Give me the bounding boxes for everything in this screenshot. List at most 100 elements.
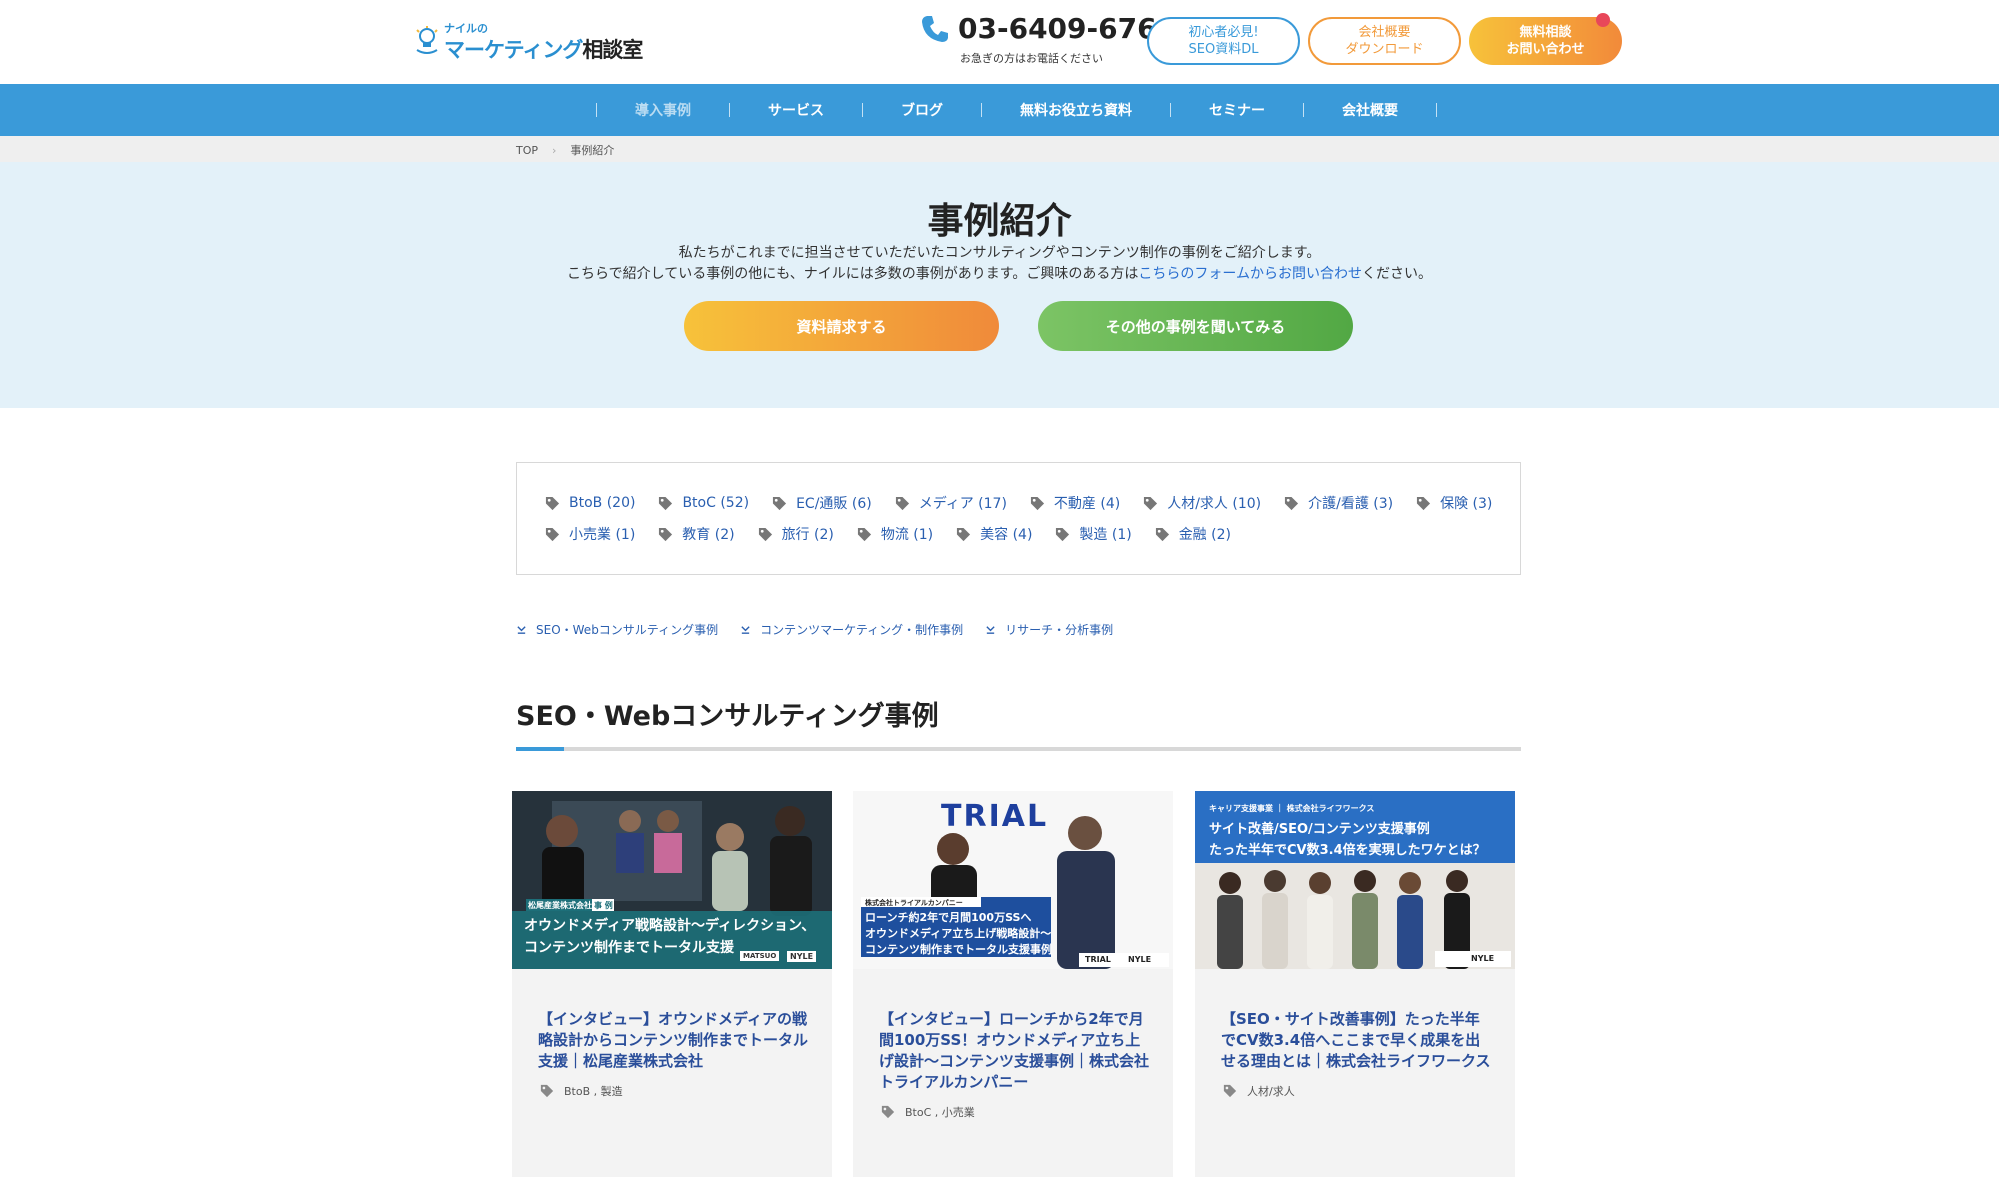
thumb-headline-1: ローンチ約2年で月間100万SSへ (865, 911, 1032, 924)
nav-item-company[interactable]: 会社概要 (1304, 100, 1436, 120)
request-docs-button[interactable]: 資料請求する (684, 301, 999, 351)
category-tag-label: 教育 (2) (682, 527, 735, 543)
thumb-headline-2: コンテンツ制作までトータル支援 (524, 940, 734, 956)
case-title[interactable]: 【インタビュー】ローンチから2年で月間100万SS！オウンドメディア立ち上げ設計… (879, 1009, 1151, 1093)
phone-contact[interactable]: 03-6409-6766 お急ぎの方はお電話ください (920, 12, 1176, 72)
category-tag-link[interactable]: EC/通販 (6) (772, 493, 872, 513)
tag-icon (659, 496, 673, 510)
breadcrumb-home[interactable]: TOP (516, 144, 538, 157)
thumb-headline-2: たった半年でCV数3.4倍を実現したワケとは？ (1209, 843, 1486, 858)
thumb-headline-3: コンテンツ制作までトータル支援事例 (865, 943, 1052, 956)
phone-icon (922, 16, 948, 42)
thumb-logo-nyle: NYLE (1128, 955, 1152, 964)
tag-icon (1056, 527, 1070, 541)
case-title[interactable]: 【インタビュー】オウンドメディアの戦略設計からコンテンツ制作までトータル支援｜松… (538, 1009, 810, 1072)
category-tag-label: メディア (17) (918, 496, 1007, 512)
thumb-headline-1: オウンドメディア戦略設計～ディレクション、 (524, 918, 816, 934)
category-tag-label: BtoB (20) (569, 495, 636, 511)
nav-item-services[interactable]: サービス (730, 100, 862, 120)
category-tag-label: 保険 (3) (1440, 496, 1493, 512)
category-tag-link[interactable]: 物流 (1) (857, 524, 933, 544)
category-tag-label: BtoC (52) (682, 495, 750, 511)
thumb-logo-nyle: NYLE (787, 951, 817, 962)
tag-icon (1417, 496, 1431, 510)
category-tag-label: 物流 (1) (880, 527, 934, 543)
category-tag-link[interactable]: 美容 (4) (956, 524, 1032, 544)
contact-form-link[interactable]: こちらのフォームからお問い合わせ (1138, 266, 1362, 282)
category-tag-link[interactable]: 教育 (2) (658, 524, 735, 544)
category-tag-link[interactable]: BtoC (52) (658, 493, 749, 513)
category-tag-label: 金融 (2) (1178, 527, 1231, 543)
category-tag-link[interactable]: 金融 (2) (1155, 524, 1231, 544)
case-card[interactable]: 松尾産業株式会社さま 事 例 オウンドメディア戦略設計～ディレクション、 コンテ… (512, 791, 832, 1177)
category-tag-link[interactable]: 製造 (1) (1055, 524, 1132, 544)
thumb-company-label: 株式会社トライアルカンパニー (865, 899, 963, 907)
section-anchor-label: SEO・Webコンサルティング事例 (536, 623, 719, 637)
tag-icon (957, 527, 971, 541)
global-nav: 導入事例 サービス ブログ 無料お役立ち資料 セミナー 会社概要 (0, 84, 1999, 136)
tag-icon (545, 496, 560, 510)
nav-item-resources[interactable]: 無料お役立ち資料 (982, 100, 1170, 120)
category-tag-label: 不動産 (4) (1053, 496, 1121, 512)
category-tag-label: EC/通販 (6) (796, 496, 872, 512)
category-tag-link[interactable]: メディア (17) (895, 493, 1007, 513)
section-anchor-link[interactable]: SEO・Webコンサルティング事例 (516, 621, 718, 638)
case-card[interactable]: TRIAL 株式会社トライアルカンパニー ローンチ約2年で月間100万SSへ オ… (853, 791, 1173, 1177)
chevron-down-icon (986, 626, 995, 634)
case-thumbnail: キャリア支援事業 ｜ 株式会社ライフワークス サイト改善/SEO/コンテンツ支援… (1195, 791, 1515, 969)
breadcrumb-current: 事例紹介 (570, 144, 615, 157)
case-tags: BtoB , 製造 (540, 1083, 623, 1099)
nav-item-seminar[interactable]: セミナー (1171, 100, 1303, 120)
phone-note: お急ぎの方はお電話ください (960, 52, 1103, 65)
nav-item-blog[interactable]: ブログ (863, 100, 981, 120)
thumb-headline-2: オウンドメディア立ち上げ戦略設計～ (865, 927, 1052, 940)
category-tag-box: BtoB (20) BtoC (52) EC/通販 (6) メディア (17) 不動産 … (516, 462, 1521, 575)
category-tag-link[interactable]: 旅行 (2) (758, 524, 834, 544)
thumb-company-label: キャリア支援事業 ｜ 株式会社ライフワークス (1209, 804, 1375, 813)
category-tag-label: 小売業 (1) (569, 527, 636, 543)
phone-number: 03-6409-6766 (958, 12, 1177, 45)
tag-row-2: 小売業 (1) 教育 (2) 旅行 (2) 物流 (1) 美容 (4) 製造 (1) 金融 … (545, 524, 1254, 544)
category-tag-link[interactable]: BtoB (20) (545, 493, 635, 513)
tag-icon (895, 496, 909, 510)
tag-icon (773, 496, 787, 510)
lightbulb-icon (416, 26, 438, 54)
section-anchor-label: リサーチ・分析事例 (1005, 623, 1114, 637)
case-tags-text: 人材/求人 (1247, 1085, 1295, 1098)
tag-icon (857, 527, 871, 541)
seo-download-button[interactable]: 初心者必見! SEO資料DL (1147, 17, 1300, 65)
category-tag-link[interactable]: 人材/求人 (10) (1143, 493, 1261, 513)
tag-icon (1223, 1084, 1237, 1098)
case-title[interactable]: 【SEO・サイト改善事例】たった半年でCV数3.4倍へここまで早く成果を出せる理… (1221, 1009, 1493, 1072)
section-title: SEO・Webコンサルティング事例 (516, 701, 939, 732)
site-logo[interactable]: ナイルの マーケティング相談室 (414, 20, 643, 62)
case-tags-text: BtoC , 小売業 (905, 1106, 975, 1119)
category-tag-link[interactable]: 小売業 (1) (545, 524, 635, 544)
category-tag-link[interactable]: 不動産 (4) (1030, 493, 1120, 513)
contact-button[interactable]: 無料相談 お問い合わせ (1469, 13, 1622, 65)
category-tag-link[interactable]: 保険 (3) (1416, 493, 1492, 513)
company-download-button[interactable]: 会社概要 ダウンロード (1308, 17, 1461, 65)
nav-separator (1436, 103, 1437, 117)
category-tag-link[interactable]: 介護/看護 (3) (1284, 493, 1393, 513)
logo-main-text: マーケティング相談室 (444, 38, 643, 62)
section-anchor-link[interactable]: リサーチ・分析事例 (985, 621, 1113, 638)
chevron-down-icon (517, 626, 526, 634)
hero-section: 事例紹介 私たちがこれまでに担当させていただいたコンサルティングやコンテンツ制作… (0, 162, 1999, 408)
hero-description-2: こちらで紹介している事例の他にも、ナイルには多数の事例があります。ご興味のある方… (567, 266, 1432, 282)
tag-icon (659, 527, 673, 541)
tag-row-1: BtoB (20) BtoC (52) EC/通販 (6) メディア (17) 不動産 … (545, 493, 1515, 513)
thumb-badge: 事 例 (594, 901, 613, 910)
thumb-logo-nyle: NYLE (1471, 954, 1495, 963)
section-anchor-link[interactable]: コンテンツマーケティング・制作事例 (740, 621, 963, 638)
notification-dot (1596, 13, 1610, 27)
chevron-right-icon: › (552, 143, 557, 157)
category-tag-label: 美容 (4) (980, 527, 1033, 543)
case-card[interactable]: キャリア支援事業 ｜ 株式会社ライフワークス サイト改善/SEO/コンテンツ支援… (1195, 791, 1515, 1177)
ask-more-cases-button[interactable]: その他の事例を聞いてみる (1038, 301, 1353, 351)
nav-item-cases[interactable]: 導入事例 (597, 100, 729, 120)
breadcrumb: TOP › 事例紹介 (0, 136, 1999, 162)
tag-icon (545, 527, 560, 541)
category-tag-label: 製造 (1) (1079, 527, 1132, 543)
case-tags: BtoC , 小売業 (881, 1104, 975, 1120)
